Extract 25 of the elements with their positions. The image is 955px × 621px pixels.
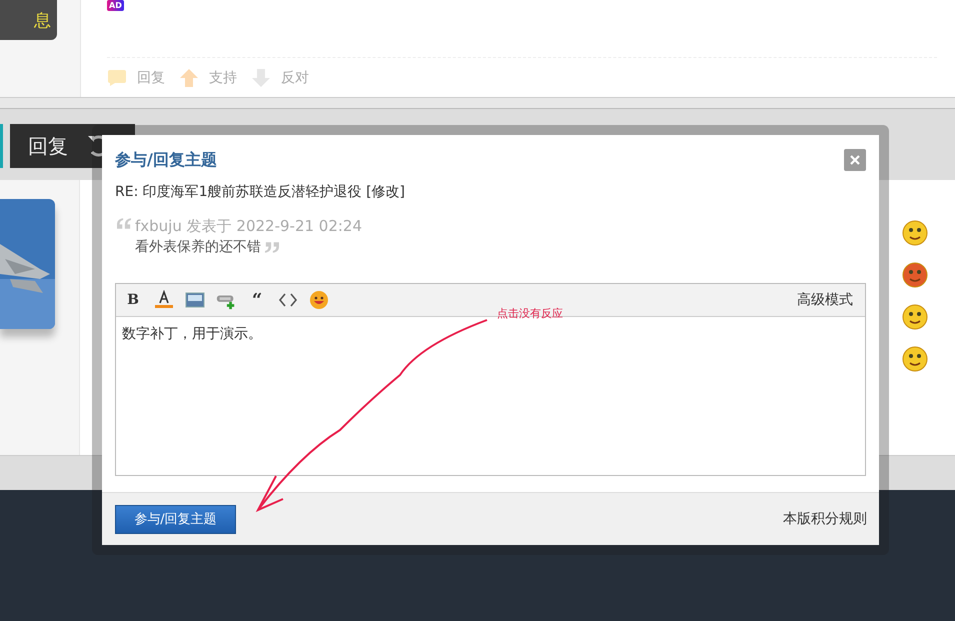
close-icon bbox=[850, 155, 860, 165]
quote-button[interactable]: “ bbox=[247, 290, 267, 310]
ad-badge: AD bbox=[107, 0, 124, 11]
quote-byline: fxbuju 发表于 2022-9-21 02:24 bbox=[135, 217, 362, 236]
quote-text: 看外表保养的还不错 bbox=[135, 238, 261, 256]
rules-link[interactable]: 本版积分规则 bbox=[783, 510, 867, 528]
smiley-icon[interactable] bbox=[902, 346, 928, 372]
bold-button[interactable]: B bbox=[123, 290, 143, 310]
close-quote-icon bbox=[265, 242, 279, 252]
submit-button[interactable]: 参与/回复主题 bbox=[115, 504, 236, 534]
advanced-mode-link[interactable]: 高级模式 bbox=[797, 291, 853, 309]
smiley-icon[interactable] bbox=[902, 220, 928, 246]
message-button[interactable]: 息 bbox=[0, 0, 57, 40]
image-icon[interactable] bbox=[185, 290, 205, 310]
smiley-icon[interactable] bbox=[902, 262, 928, 288]
subject-text: RE: 印度海军1艘前苏联造反潜轻护退役 [修改] bbox=[114, 183, 406, 201]
open-quote-icon bbox=[117, 218, 131, 229]
smiley-icon[interactable] bbox=[309, 290, 329, 310]
speech-bubble-icon bbox=[107, 69, 127, 87]
close-button[interactable] bbox=[844, 149, 866, 171]
font-color-icon[interactable] bbox=[154, 290, 174, 310]
up-arrow-icon bbox=[179, 69, 199, 87]
annotation-text: 点击没有反应 bbox=[497, 306, 563, 321]
down-arrow-icon bbox=[251, 69, 271, 87]
smiley-icon[interactable] bbox=[902, 304, 928, 330]
